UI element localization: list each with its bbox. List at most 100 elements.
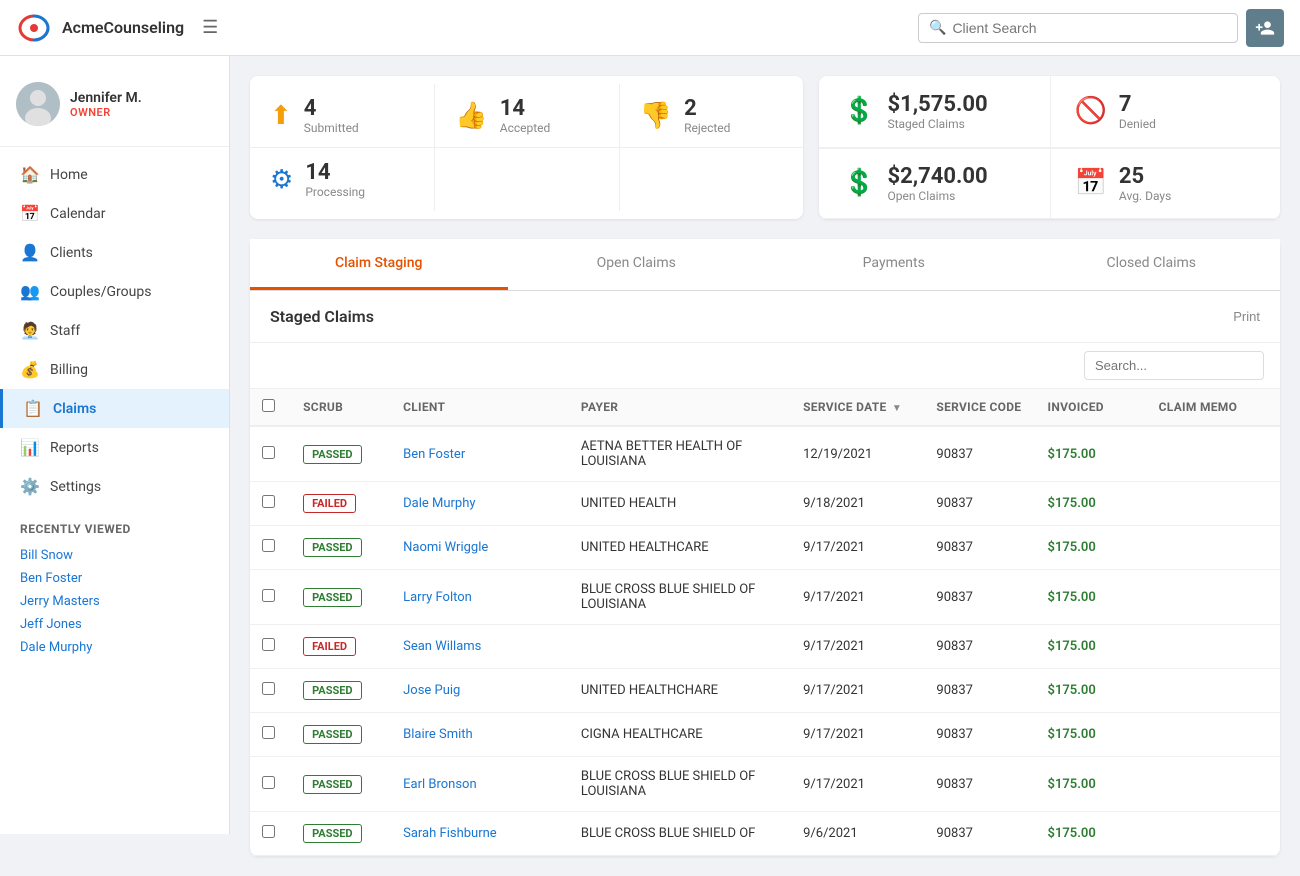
service-date: 9/17/2021	[791, 570, 924, 625]
claim-memo	[1147, 482, 1280, 526]
rejected-icon: 👎	[640, 101, 672, 131]
stats-row: ⬆ 4 Submitted 👍 14 Accepted 👎	[250, 76, 1280, 219]
sidebar-item-clients[interactable]: 👤Clients	[0, 233, 229, 272]
recent-item-jeff-jones[interactable]: Jeff Jones	[20, 613, 209, 636]
service-date: 9/17/2021	[791, 526, 924, 570]
rejected-label: Rejected	[684, 121, 730, 135]
top-navigation: AcmeCounseling ☰ 🔍	[0, 0, 1300, 56]
row-checkbox[interactable]	[262, 726, 275, 739]
col-service-date[interactable]: SERVICE DATE ▼	[791, 389, 924, 426]
sidebar-item-claims[interactable]: 📋 Claims	[0, 389, 229, 428]
hamburger-menu[interactable]: ☰	[202, 17, 218, 38]
recent-item-ben-foster[interactable]: Ben Foster	[20, 567, 209, 590]
table-row: FAILED Dale Murphy UNITED HEALTH 9/18/20…	[250, 482, 1280, 526]
claims-header: Staged Claims Print	[250, 291, 1280, 343]
client-name-link[interactable]: Sean Willams	[403, 639, 481, 654]
client-name-link[interactable]: Ben Foster	[403, 447, 465, 462]
col-checkbox	[250, 389, 291, 426]
tab-claim-staging[interactable]: Claim Staging	[250, 239, 508, 290]
tab-payments[interactable]: Payments	[765, 239, 1023, 290]
row-checkbox[interactable]	[262, 446, 275, 459]
client-name-link[interactable]: Naomi Wriggle	[403, 540, 488, 555]
recent-item-jerry-masters[interactable]: Jerry Masters	[20, 590, 209, 613]
table-row: PASSED Ben Foster AETNA BETTER HEALTH OF…	[250, 426, 1280, 482]
tab-open-claims[interactable]: Open Claims	[508, 239, 766, 290]
row-checkbox[interactable]	[262, 776, 275, 789]
app-name: AcmeCounseling	[62, 18, 184, 37]
sidebar-item-settings[interactable]: ⚙️Settings	[0, 467, 229, 506]
col-scrub: SCRUB	[291, 389, 391, 426]
denied-label: Denied	[1119, 117, 1156, 131]
invoiced-amount: $175.00	[1036, 482, 1147, 526]
sidebar-item-label: Home	[50, 167, 88, 183]
service-code: 90837	[924, 669, 1035, 713]
claim-memo	[1147, 757, 1280, 812]
billing-icon: 💰	[20, 360, 40, 379]
table-header: SCRUB CLIENT PAYER SERVICE DATE ▼ SERVIC…	[250, 389, 1280, 426]
reports-icon: 📊	[20, 438, 40, 457]
invoiced-amount: $175.00	[1036, 757, 1147, 812]
sidebar-item-billing[interactable]: 💰Billing	[0, 350, 229, 389]
table-row: PASSED Naomi Wriggle UNITED HEALTHCARE 9…	[250, 526, 1280, 570]
client-name-link[interactable]: Dale Murphy	[403, 496, 475, 511]
invoiced-amount: $175.00	[1036, 526, 1147, 570]
service-date: 12/19/2021	[791, 426, 924, 482]
sidebar-item-couples-groups[interactable]: 👥Couples/Groups	[0, 272, 229, 311]
client-name-link[interactable]: Larry Folton	[403, 590, 472, 605]
recently-viewed-title: Recently Viewed	[20, 522, 209, 536]
recent-item-dale-murphy[interactable]: Dale Murphy	[20, 636, 209, 659]
add-client-button[interactable]	[1246, 9, 1284, 47]
claims-table: SCRUB CLIENT PAYER SERVICE DATE ▼ SERVIC…	[250, 389, 1280, 856]
recent-item-bill-snow[interactable]: Bill Snow	[20, 544, 209, 567]
home-icon: 🏠	[20, 165, 40, 184]
select-all-checkbox[interactable]	[262, 399, 275, 412]
invoiced-amount: $175.00	[1036, 570, 1147, 625]
scrub-badge: PASSED	[303, 681, 361, 700]
settings-icon: ⚙️	[20, 477, 40, 496]
invoiced-amount: $175.00	[1036, 426, 1147, 482]
scrub-badge: PASSED	[303, 725, 361, 744]
client-name-link[interactable]: Earl Bronson	[403, 777, 477, 792]
sidebar-item-calendar[interactable]: 📅Calendar	[0, 194, 229, 233]
topnav-right: 🔍	[918, 9, 1284, 47]
service-date: 9/17/2021	[791, 757, 924, 812]
client-search-input[interactable]	[952, 20, 1227, 36]
payer-name: BLUE CROSS BLUE SHIELD OF LOUISIANA	[569, 757, 791, 812]
processing-label: Processing	[305, 185, 365, 199]
service-code: 90837	[924, 426, 1035, 482]
user-info: Jennifer M. OWNER	[0, 72, 229, 147]
payer-name: CIGNA HEALTHCARE	[569, 713, 791, 757]
clients-icon: 👤	[20, 243, 40, 262]
claims-tabs-container: Claim StagingOpen ClaimsPaymentsClosed C…	[250, 239, 1280, 291]
scrub-badge: PASSED	[303, 538, 361, 557]
claims-section: Staged Claims Print SCRUB CLIENT PAYER S…	[250, 291, 1280, 856]
sidebar-item-label: Claims	[53, 401, 96, 417]
stat-staged-claims: 💲 $1,575.00 Staged Claims	[819, 76, 1049, 148]
sidebar-item-reports[interactable]: 📊Reports	[0, 428, 229, 467]
row-checkbox[interactable]	[262, 682, 275, 695]
payer-name: AETNA BETTER HEALTH OF LOUISIANA	[569, 426, 791, 482]
row-checkbox[interactable]	[262, 589, 275, 602]
client-name-link[interactable]: Blaire Smith	[403, 727, 473, 742]
main-content: ⬆ 4 Submitted 👍 14 Accepted 👎	[230, 56, 1300, 876]
sidebar-item-label: Staff	[50, 323, 80, 339]
staged-claims-label: Staged Claims	[887, 117, 987, 131]
row-checkbox[interactable]	[262, 495, 275, 508]
row-checkbox[interactable]	[262, 539, 275, 552]
sidebar-item-staff[interactable]: 🧑‍💼Staff	[0, 311, 229, 350]
client-search-box[interactable]: 🔍	[918, 13, 1238, 43]
sidebar-item-home[interactable]: 🏠 Home	[0, 155, 229, 194]
sort-arrow: ▼	[892, 403, 902, 414]
claims-icon: 📋	[23, 399, 43, 418]
print-button[interactable]: Print	[1233, 309, 1260, 324]
user-role: OWNER	[70, 106, 142, 119]
search-icon: 🔍	[929, 20, 946, 36]
claim-memo	[1147, 526, 1280, 570]
row-checkbox[interactable]	[262, 638, 275, 651]
row-checkbox[interactable]	[262, 825, 275, 838]
client-name-link[interactable]: Jose Puig	[403, 683, 460, 698]
scrub-badge: FAILED	[303, 637, 356, 656]
table-search-input[interactable]	[1084, 351, 1264, 380]
tab-closed-claims[interactable]: Closed Claims	[1023, 239, 1281, 290]
scrub-badge: PASSED	[303, 775, 361, 794]
